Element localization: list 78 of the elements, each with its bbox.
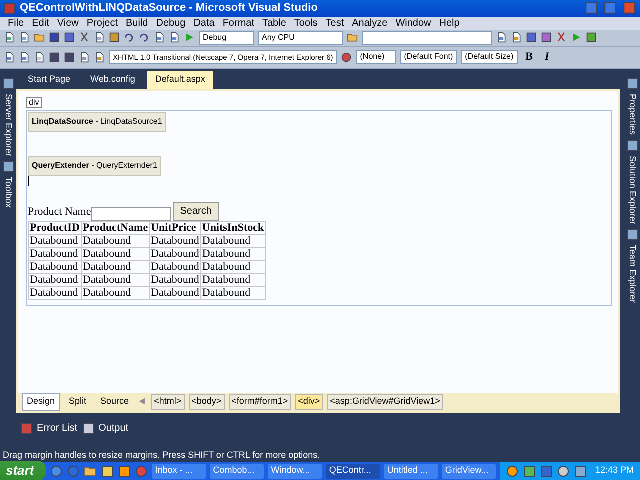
- control-box[interactable]: LinqDataSource - LinqDataSource1: [28, 112, 166, 132]
- table-cell: Databound: [28, 234, 82, 248]
- view-tab[interactable]: Split: [64, 393, 92, 411]
- column-header: ProductID: [28, 221, 82, 234]
- tool-window-tab[interactable]: Error List: [37, 420, 78, 436]
- menu-item[interactable]: View: [53, 16, 83, 31]
- menu-item[interactable]: File: [4, 16, 28, 31]
- table-cell: Databound: [200, 234, 266, 248]
- dock-tab[interactable]: Properties: [625, 94, 639, 135]
- document-tab[interactable]: Web.config: [82, 71, 144, 89]
- tag-breadcrumb[interactable]: <html>: [151, 394, 185, 410]
- table-cell: Databound: [150, 247, 201, 260]
- taskbar-button[interactable]: Inbox - ...: [152, 464, 206, 478]
- menu-item[interactable]: Table: [258, 16, 290, 31]
- menu-item[interactable]: Debug: [152, 16, 190, 31]
- table-cell: Databound: [81, 273, 150, 286]
- table-cell: Databound: [150, 234, 201, 248]
- table-cell: Databound: [28, 286, 82, 300]
- column-header: UnitPrice: [150, 221, 201, 234]
- table-cell: Databound: [81, 247, 150, 260]
- table-cell: Databound: [28, 247, 82, 260]
- table-cell: Databound: [150, 273, 201, 286]
- table-cell: Databound: [28, 260, 82, 274]
- tag-label: div: [26, 96, 42, 108]
- dropdown[interactable]: Any CPU: [258, 30, 343, 45]
- menu-item[interactable]: Window: [392, 16, 436, 31]
- table-cell: Databound: [150, 286, 201, 300]
- menu-item[interactable]: Format: [218, 16, 258, 31]
- taskbar-button[interactable]: Combob...: [210, 464, 264, 478]
- table-cell: Databound: [28, 273, 82, 286]
- menu-item[interactable]: Project: [82, 16, 122, 31]
- view-tab[interactable]: Design: [22, 393, 60, 411]
- tag-breadcrumb[interactable]: <div>: [295, 394, 324, 410]
- column-header: UnitsInStock: [200, 221, 266, 234]
- tag-breadcrumb[interactable]: <body>: [188, 394, 225, 410]
- menu-item[interactable]: Build: [122, 16, 152, 31]
- bold-button[interactable]: B: [522, 49, 537, 66]
- start-button[interactable]: start: [0, 461, 46, 480]
- dropdown[interactable]: (Default Size): [461, 50, 518, 64]
- taskbar-button[interactable]: Untitled ...: [384, 464, 438, 478]
- control-box[interactable]: QueryExtender - QueryExternder1: [28, 156, 162, 176]
- menu-item[interactable]: Test: [322, 16, 348, 31]
- table-cell: Databound: [200, 247, 266, 260]
- tag-breadcrumb[interactable]: <asp:GridView#GridView1>: [327, 394, 444, 410]
- dock-tab[interactable]: Solution Explorer: [625, 156, 639, 224]
- menu-item[interactable]: Help: [435, 16, 464, 31]
- tag-breadcrumb[interactable]: <form#form1>: [228, 394, 292, 410]
- italic-button[interactable]: I: [540, 49, 554, 66]
- menu-item[interactable]: Analyze: [348, 16, 392, 31]
- column-header: ProductName: [81, 221, 150, 234]
- menu-item[interactable]: Tools: [290, 16, 322, 31]
- menu-item[interactable]: Data: [190, 16, 219, 31]
- status-text: Drag margin handles to resize margins. Press SHIFT or CTRL for more options.: [3, 449, 320, 462]
- taskbar-button[interactable]: GridView...: [442, 464, 496, 478]
- dock-tab[interactable]: Toolbox: [1, 177, 15, 208]
- table-cell: Databound: [81, 234, 150, 248]
- view-tab[interactable]: Source: [96, 393, 134, 411]
- document-tab[interactable]: Default.aspx: [147, 71, 214, 89]
- search-button[interactable]: Search: [173, 202, 219, 221]
- document-tab[interactable]: Start Page: [20, 71, 79, 89]
- table-cell: Databound: [200, 273, 266, 286]
- table-cell: Databound: [81, 286, 150, 300]
- dock-tab[interactable]: Team Explorer: [625, 245, 639, 304]
- dock-tab[interactable]: Server Explorer: [1, 94, 15, 156]
- table-cell: Databound: [150, 260, 201, 274]
- taskbar-button[interactable]: QEContr...: [326, 464, 380, 478]
- dropdown[interactable]: Debug: [199, 30, 254, 45]
- menu-item[interactable]: Edit: [28, 16, 54, 31]
- table-cell: Databound: [200, 260, 266, 274]
- clock: 12:43 PM: [595, 464, 634, 478]
- table-cell: Databound: [200, 286, 266, 300]
- tool-window-tab[interactable]: Output: [98, 420, 129, 436]
- table-cell: Databound: [81, 260, 150, 274]
- field-label: Product Name: [28, 205, 92, 220]
- window-title: QEControlWithLINQDataSource - Microsoft Visual Studio: [20, 1, 319, 16]
- dropdown[interactable]: (Default Font): [400, 50, 458, 64]
- taskbar-button[interactable]: Window...: [268, 464, 322, 478]
- dropdown[interactable]: (None): [356, 50, 396, 64]
